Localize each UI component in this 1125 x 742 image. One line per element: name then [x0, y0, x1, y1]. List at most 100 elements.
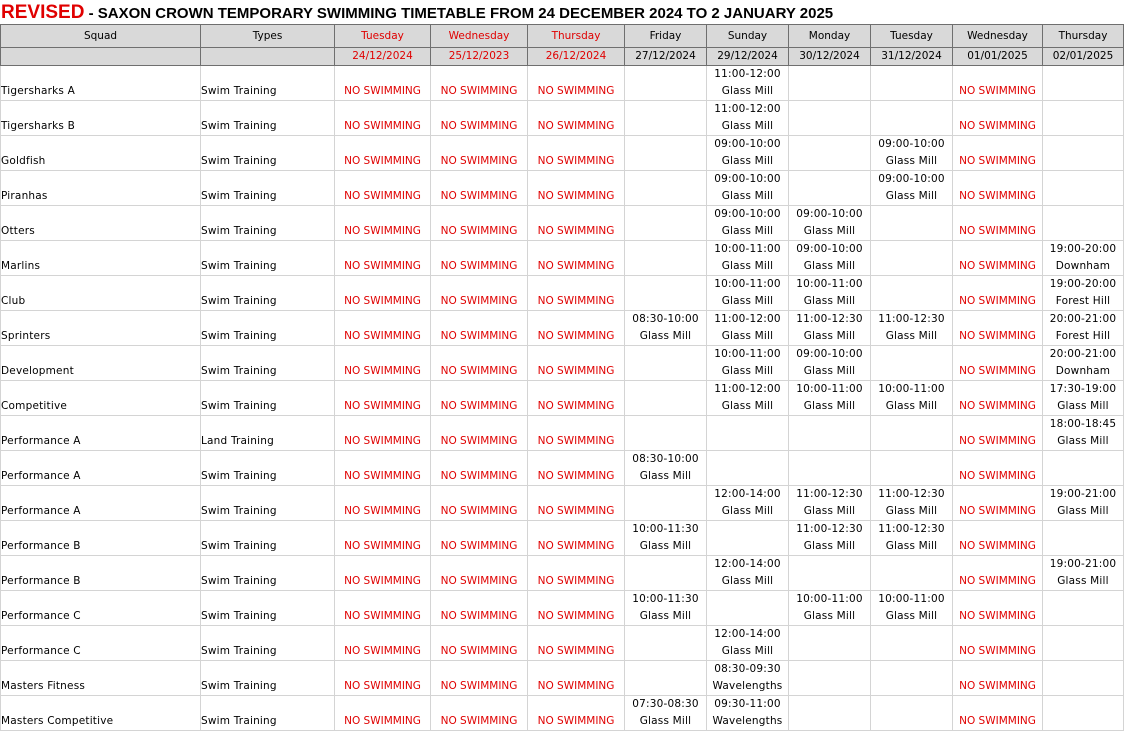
no-swimming-cell: NO SWIMMING [430, 363, 528, 381]
no-swimming-cell: NO SWIMMING [334, 293, 431, 311]
header-date: 25/12/2023 [430, 47, 528, 66]
session-venue: Glass Mill [624, 538, 707, 556]
empty-cell [952, 660, 1043, 678]
empty-cell [334, 485, 431, 503]
session-venue: Downham [1042, 258, 1124, 276]
table-row-bottom: Performance C Swim Training NO SWIMMING NO … [0, 643, 1124, 661]
empty-cell [0, 380, 201, 398]
empty-cell [624, 188, 707, 206]
empty-cell [200, 100, 335, 118]
session-time: 18:00-18:45 [1042, 415, 1124, 433]
session-venue: Glass Mill [624, 608, 707, 626]
session-venue: Glass Mill [870, 608, 953, 626]
session-venue: Glass Mill [624, 713, 707, 731]
table-row: 11:00-12:00 10:00-11:00 10:00-11:00 17:30-1… [0, 380, 1124, 398]
session-venue: Glass Mill [788, 363, 871, 381]
table-row-bottom: Development Swim Training NO SWIMMING NO SW… [0, 363, 1124, 381]
empty-cell [788, 555, 871, 573]
empty-cell [430, 660, 528, 678]
title-text: - SAXON CROWN TEMPORARY SWIMMING TIMETAB… [84, 5, 834, 22]
table-row-bottom: Marlins Swim Training NO SWIMMING NO SWIMMI… [0, 258, 1124, 276]
no-swimming-cell: NO SWIMMING [430, 433, 528, 451]
header-day: Sunday [706, 24, 789, 48]
timetable: Squad Types Tuesday Wednesday Thursday Friday… [0, 24, 1124, 731]
session-venue: Glass Mill [706, 153, 789, 171]
no-swimming-cell: NO SWIMMING [430, 328, 528, 346]
empty-cell [952, 485, 1043, 503]
session-time: 09:00-10:00 [870, 170, 953, 188]
empty-cell [200, 310, 335, 328]
session-time: 11:00-12:00 [706, 100, 789, 118]
empty-cell [0, 695, 201, 713]
empty-cell [952, 135, 1043, 153]
empty-cell [334, 240, 431, 258]
table-row-bottom: Sprinters Swim Training NO SWIMMING NO SWIM… [0, 328, 1124, 346]
empty-cell [624, 100, 707, 118]
empty-cell [0, 415, 201, 433]
empty-cell [0, 240, 201, 258]
empty-cell [1042, 135, 1124, 153]
empty-cell [870, 678, 953, 696]
table-row: 10:00-11:30 10:00-11:00 10:00-11:00 [0, 590, 1124, 608]
empty-cell [624, 625, 707, 643]
empty-cell [870, 573, 953, 591]
type-cell: Swim Training [200, 398, 335, 416]
no-swimming-cell: NO SWIMMING [334, 503, 431, 521]
session-venue: Glass Mill [1042, 573, 1124, 591]
session-time: 19:00-20:00 [1042, 275, 1124, 293]
revised-label: REVISED [1, 2, 85, 23]
header-blank [200, 47, 335, 66]
empty-cell [1042, 660, 1124, 678]
no-swimming-cell: NO SWIMMING [527, 433, 625, 451]
empty-cell [334, 555, 431, 573]
table-row: 10:00-11:00 09:00-10:00 19:00-20:00 [0, 240, 1124, 258]
empty-cell [788, 415, 871, 433]
session-time: 12:00-14:00 [706, 625, 789, 643]
table-row: 10:00-11:00 09:00-10:00 20:00-21:00 [0, 345, 1124, 363]
empty-cell [334, 695, 431, 713]
header-day: Wednesday [430, 24, 528, 48]
empty-cell [527, 345, 625, 363]
table-row: 10:00-11:00 10:00-11:00 19:00-20:00 [0, 275, 1124, 293]
empty-cell [200, 345, 335, 363]
session-venue: Glass Mill [788, 398, 871, 416]
empty-cell [200, 520, 335, 538]
session-venue: Glass Mill [706, 398, 789, 416]
header-row-days: Squad Types Tuesday Wednesday Thursday Friday… [0, 24, 1124, 48]
header-day: Tuesday [870, 24, 953, 48]
empty-cell [952, 205, 1043, 223]
empty-cell [200, 450, 335, 468]
session-time: 09:00-10:00 [788, 240, 871, 258]
table-row-bottom: Performance A Swim Training NO SWIMMING NO … [0, 468, 1124, 486]
empty-cell [706, 415, 789, 433]
session-time: 10:00-11:00 [870, 380, 953, 398]
empty-cell [870, 275, 953, 293]
empty-cell [624, 153, 707, 171]
table-row: 09:00-10:00 09:00-10:00 [0, 170, 1124, 188]
empty-cell [0, 485, 201, 503]
session-venue: Downham [1042, 363, 1124, 381]
no-swimming-cell: NO SWIMMING [527, 153, 625, 171]
squad-cell: Marlins [0, 258, 201, 276]
empty-cell [334, 135, 431, 153]
empty-cell [334, 100, 431, 118]
empty-cell [334, 380, 431, 398]
empty-cell [870, 65, 953, 83]
no-swimming-cell: NO SWIMMING [430, 678, 528, 696]
session-venue: Glass Mill [788, 223, 871, 241]
empty-cell [788, 135, 871, 153]
empty-cell [870, 223, 953, 241]
session-venue: Glass Mill [706, 258, 789, 276]
no-swimming-cell: NO SWIMMING [430, 608, 528, 626]
session-venue: Glass Mill [788, 503, 871, 521]
empty-cell [1042, 468, 1124, 486]
empty-cell [527, 275, 625, 293]
no-swimming-cell: NO SWIMMING [952, 643, 1043, 661]
session-venue: Glass Mill [788, 538, 871, 556]
header-date: 31/12/2024 [870, 47, 953, 66]
squad-cell: Masters Fitness [0, 678, 201, 696]
empty-cell [527, 590, 625, 608]
empty-cell [706, 520, 789, 538]
session-time: 10:00-11:00 [788, 590, 871, 608]
empty-cell [334, 450, 431, 468]
